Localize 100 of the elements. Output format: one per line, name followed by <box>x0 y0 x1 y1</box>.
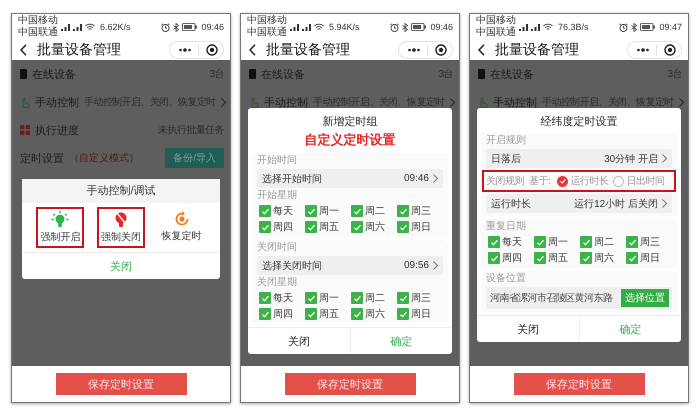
chevron-icon <box>220 98 226 106</box>
target-icon[interactable] <box>664 44 676 56</box>
checkbox[interactable] <box>397 221 409 233</box>
day-label: 周三 <box>411 292 431 305</box>
row-label: 手动控制 <box>493 96 537 110</box>
wifi-icon <box>543 23 553 31</box>
more-icon[interactable] <box>637 48 649 52</box>
signal-icon <box>290 23 299 31</box>
page-title: 批量设备管理 <box>266 41 351 59</box>
wifi-icon <box>314 23 324 31</box>
radio-button[interactable] <box>557 176 568 186</box>
checkbox[interactable] <box>397 308 409 320</box>
carrier-name: 中国移动 <box>247 15 287 26</box>
picker-field[interactable]: 运行时长 运行12小时 后关闭 <box>486 194 672 213</box>
network-speed: 76.3B/s <box>558 22 589 32</box>
annotation-text: 自定义定时设置 <box>304 131 396 149</box>
checkbox[interactable] <box>259 205 271 217</box>
rule-caption: 关闭规则 <box>486 174 524 188</box>
battery-icon <box>640 23 656 31</box>
action-button[interactable]: 强制关闭 <box>96 207 145 248</box>
row-label: 在线设备 <box>261 68 305 82</box>
signal-icon <box>302 23 311 31</box>
radio-button[interactable] <box>613 176 624 186</box>
clock-time: 09:46 <box>201 22 224 32</box>
checkbox[interactable] <box>351 308 363 320</box>
checkbox[interactable] <box>351 221 363 233</box>
checkbox[interactable] <box>580 236 592 248</box>
slashed-lightbulb-icon <box>114 211 128 228</box>
action-button[interactable]: 恢复定时 <box>158 207 206 248</box>
close-button[interactable]: 关闭 <box>248 328 350 354</box>
chevron-icon <box>678 98 684 106</box>
checkbox[interactable] <box>626 236 638 248</box>
day-label: 周四 <box>273 308 293 321</box>
day-label: 周三 <box>411 205 431 218</box>
checkbox[interactable] <box>397 292 409 304</box>
section-caption: 设备位置 <box>486 273 527 285</box>
section-caption: 关闭时间 <box>257 242 298 254</box>
target-icon[interactable] <box>206 44 218 56</box>
battery-icon <box>182 23 198 31</box>
more-icon[interactable] <box>179 48 191 52</box>
checkbox[interactable] <box>305 205 317 217</box>
day-label: 周五 <box>319 308 339 321</box>
page-title: 批量设备管理 <box>495 41 580 59</box>
checkbox[interactable] <box>305 308 317 320</box>
day-label: 周二 <box>365 292 385 305</box>
checkbox[interactable] <box>397 205 409 217</box>
checkbox[interactable] <box>259 221 271 233</box>
more-icon[interactable] <box>408 48 420 52</box>
phone-icon <box>20 69 27 79</box>
checkbox[interactable] <box>351 292 363 304</box>
chevron-icon <box>662 199 667 208</box>
row-label: 在线设备 <box>490 68 534 82</box>
alarm-clock-icon <box>161 22 170 32</box>
carrier-name: 中国联通 <box>18 27 58 39</box>
day-label: 每天 <box>502 236 522 249</box>
back-icon[interactable] <box>20 44 27 56</box>
network-speed: 5.94K/s <box>329 22 360 32</box>
day-label: 周六 <box>594 252 614 265</box>
checkbox[interactable] <box>259 292 271 304</box>
section-caption: 开始星期 <box>257 190 298 202</box>
checkbox[interactable] <box>488 236 500 248</box>
chevron-icon <box>433 261 438 270</box>
alarm-clock-icon <box>619 22 628 32</box>
checkbox[interactable] <box>305 221 317 233</box>
checkbox[interactable] <box>534 252 546 264</box>
carrier-name: 中国联通 <box>476 27 516 39</box>
back-icon[interactable] <box>249 44 256 56</box>
close-button[interactable]: 关闭 <box>477 316 580 342</box>
section-caption: 开启规则 <box>486 135 527 147</box>
checkbox[interactable] <box>259 308 271 320</box>
checkbox[interactable] <box>626 252 638 264</box>
target-icon[interactable] <box>435 44 447 56</box>
row-label: 定时设置 <box>20 152 64 166</box>
checkbox[interactable] <box>351 205 363 217</box>
checkbox[interactable] <box>305 292 317 304</box>
signal-icon <box>61 23 70 31</box>
section-caption: 开始时间 <box>257 155 298 167</box>
day-label: 周三 <box>640 236 660 249</box>
picker-field[interactable]: 选择开始时间 09:46 <box>257 169 443 188</box>
bluetooth-icon <box>402 22 408 32</box>
checkbox[interactable] <box>580 252 592 264</box>
section-caption: 重复日期 <box>486 221 527 233</box>
checkbox[interactable] <box>534 236 546 248</box>
bluetooth-icon <box>173 22 180 32</box>
action-button[interactable]: 强制开启 <box>36 207 84 248</box>
carrier-name: 中国移动 <box>476 15 516 26</box>
day-label: 周一 <box>548 236 568 249</box>
row-label: 在线设备 <box>32 68 76 82</box>
back-icon[interactable] <box>478 44 485 56</box>
network-speed: 6.62K/s <box>100 22 131 32</box>
chevron-icon <box>662 154 667 163</box>
clock-time: 09:46 <box>430 22 453 32</box>
picker-field[interactable]: 日落后 30分钟 开启 <box>486 149 672 168</box>
option-label: 运行时长 <box>570 174 608 188</box>
chevron-icon <box>450 98 455 106</box>
row-label: 执行进度 <box>35 124 79 138</box>
day-label: 周五 <box>548 252 568 265</box>
rule-prefix: 基于: <box>529 174 550 188</box>
picker-field[interactable]: 选择关闭时间 09:56 <box>257 256 443 275</box>
checkbox[interactable] <box>488 252 500 264</box>
